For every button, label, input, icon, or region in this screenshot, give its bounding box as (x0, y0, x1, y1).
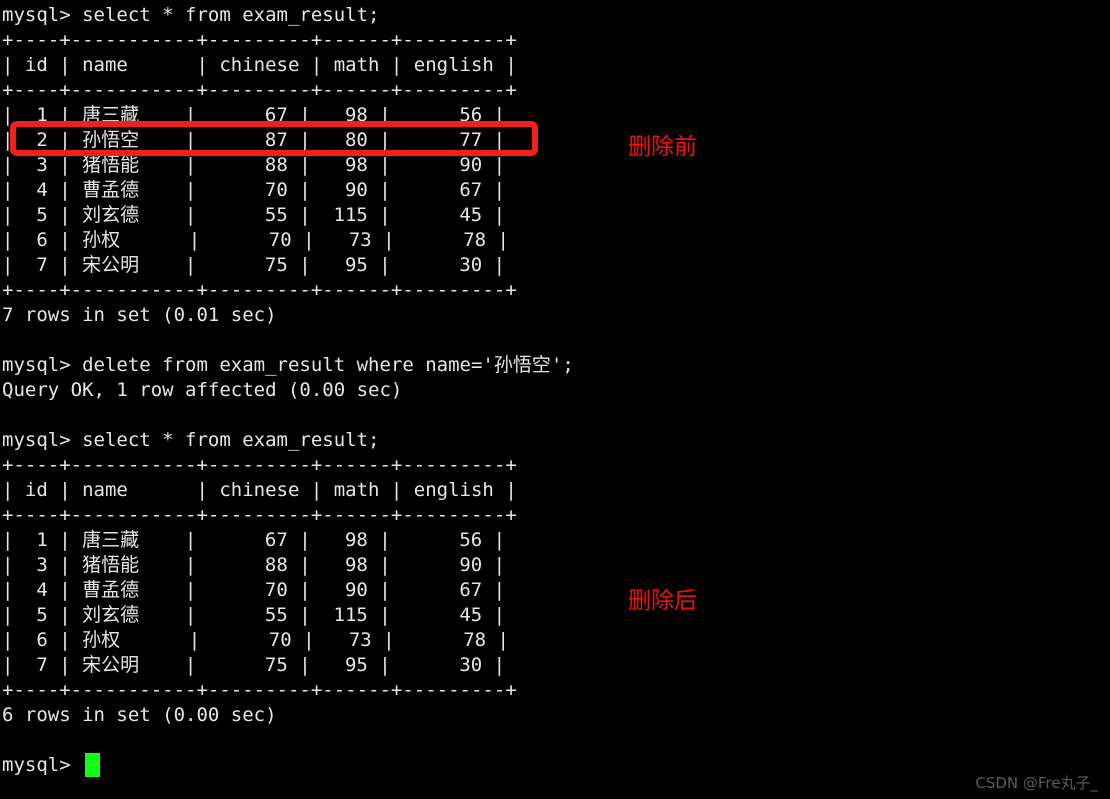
terminal-line: | 1 | 唐三藏 | 67 | 98 | 56 | (2, 529, 506, 551)
terminal-line: +----+-----------+---------+------+-----… (2, 29, 517, 51)
terminal-line: Query OK, 1 row affected (0.00 sec) (2, 379, 403, 401)
terminal-line: | 5 | 刘玄德 | 55 | 115 | 45 | (2, 604, 506, 626)
terminal-line: | 7 | 宋公明 | 75 | 95 | 30 | (2, 654, 506, 676)
terminal-line: | id | name | chinese | math | english | (2, 479, 517, 501)
terminal-line: mysql> select * from exam_result; (2, 429, 380, 451)
terminal-line: +----+-----------+---------+------+-----… (2, 454, 517, 476)
terminal-line: | 3 | 猪悟能 | 88 | 98 | 90 | (2, 554, 506, 576)
terminal-line: | 6 | 孙权 | 70 | 73 | 78 | (2, 629, 509, 651)
terminal-line: +----+-----------+---------+------+-----… (2, 79, 517, 101)
terminal-line: | 7 | 宋公明 | 75 | 95 | 30 | (2, 254, 506, 276)
terminal-output: mysql> select * from exam_result; +----+-… (0, 0, 1110, 799)
terminal-line: | 3 | 猪悟能 | 88 | 98 | 90 | (2, 154, 506, 176)
terminal-line: mysql> (2, 754, 83, 776)
terminal-line: | 4 | 曹孟德 | 70 | 90 | 67 | (2, 179, 506, 201)
terminal-line: | 6 | 孙权 | 70 | 73 | 78 | (2, 229, 509, 251)
terminal-line: | id | name | chinese | math | english | (2, 54, 517, 76)
terminal-line: | 4 | 曹孟德 | 70 | 90 | 67 | (2, 579, 506, 601)
annotation-after-delete: 删除后 (628, 588, 697, 614)
annotation-before-delete: 删除前 (628, 134, 697, 160)
terminal-line: 7 rows in set (0.01 sec) (2, 304, 277, 326)
deleted-row-highlight-box (10, 121, 538, 156)
watermark-text: CSDN @Fre丸子_ (975, 774, 1098, 792)
terminal-line: 6 rows in set (0.00 sec) (2, 704, 277, 726)
terminal-line: | 5 | 刘玄德 | 55 | 115 | 45 | (2, 204, 506, 226)
terminal-cursor[interactable] (85, 753, 100, 777)
terminal-line: mysql> select * from exam_result; (2, 4, 380, 26)
terminal-line: +----+-----------+---------+------+-----… (2, 504, 517, 526)
terminal-line: +----+-----------+---------+------+-----… (2, 279, 517, 301)
terminal-line: +----+-----------+---------+------+-----… (2, 679, 517, 701)
terminal-line: mysql> delete from exam_result where nam… (2, 354, 574, 376)
